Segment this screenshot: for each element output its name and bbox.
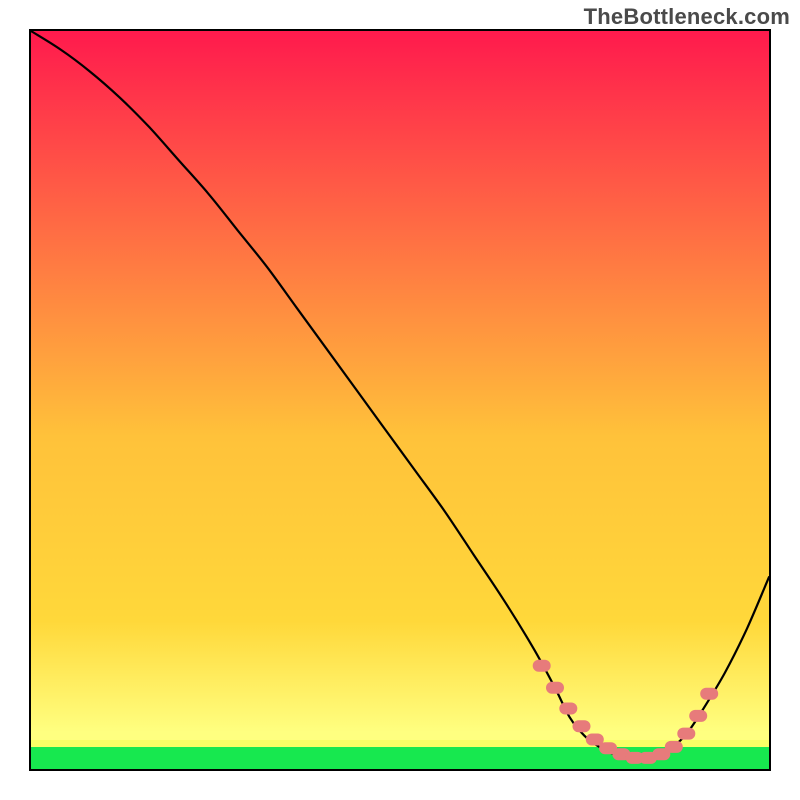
marker-dot	[665, 741, 683, 753]
watermark-text: TheBottleneck.com	[584, 4, 790, 30]
marker-dot	[677, 728, 695, 740]
bottleneck-chart	[0, 0, 800, 800]
marker-dot	[700, 688, 718, 700]
chart-container: TheBottleneck.com	[0, 0, 800, 800]
marker-dot	[573, 720, 591, 732]
marker-dot	[586, 734, 604, 746]
plot-area	[30, 30, 770, 770]
heat-gradient-background	[31, 31, 769, 769]
marker-dot	[559, 703, 577, 715]
near-optimal-strip	[31, 740, 769, 747]
marker-dot	[533, 660, 551, 672]
marker-dot	[546, 682, 564, 694]
marker-dot	[689, 710, 707, 722]
